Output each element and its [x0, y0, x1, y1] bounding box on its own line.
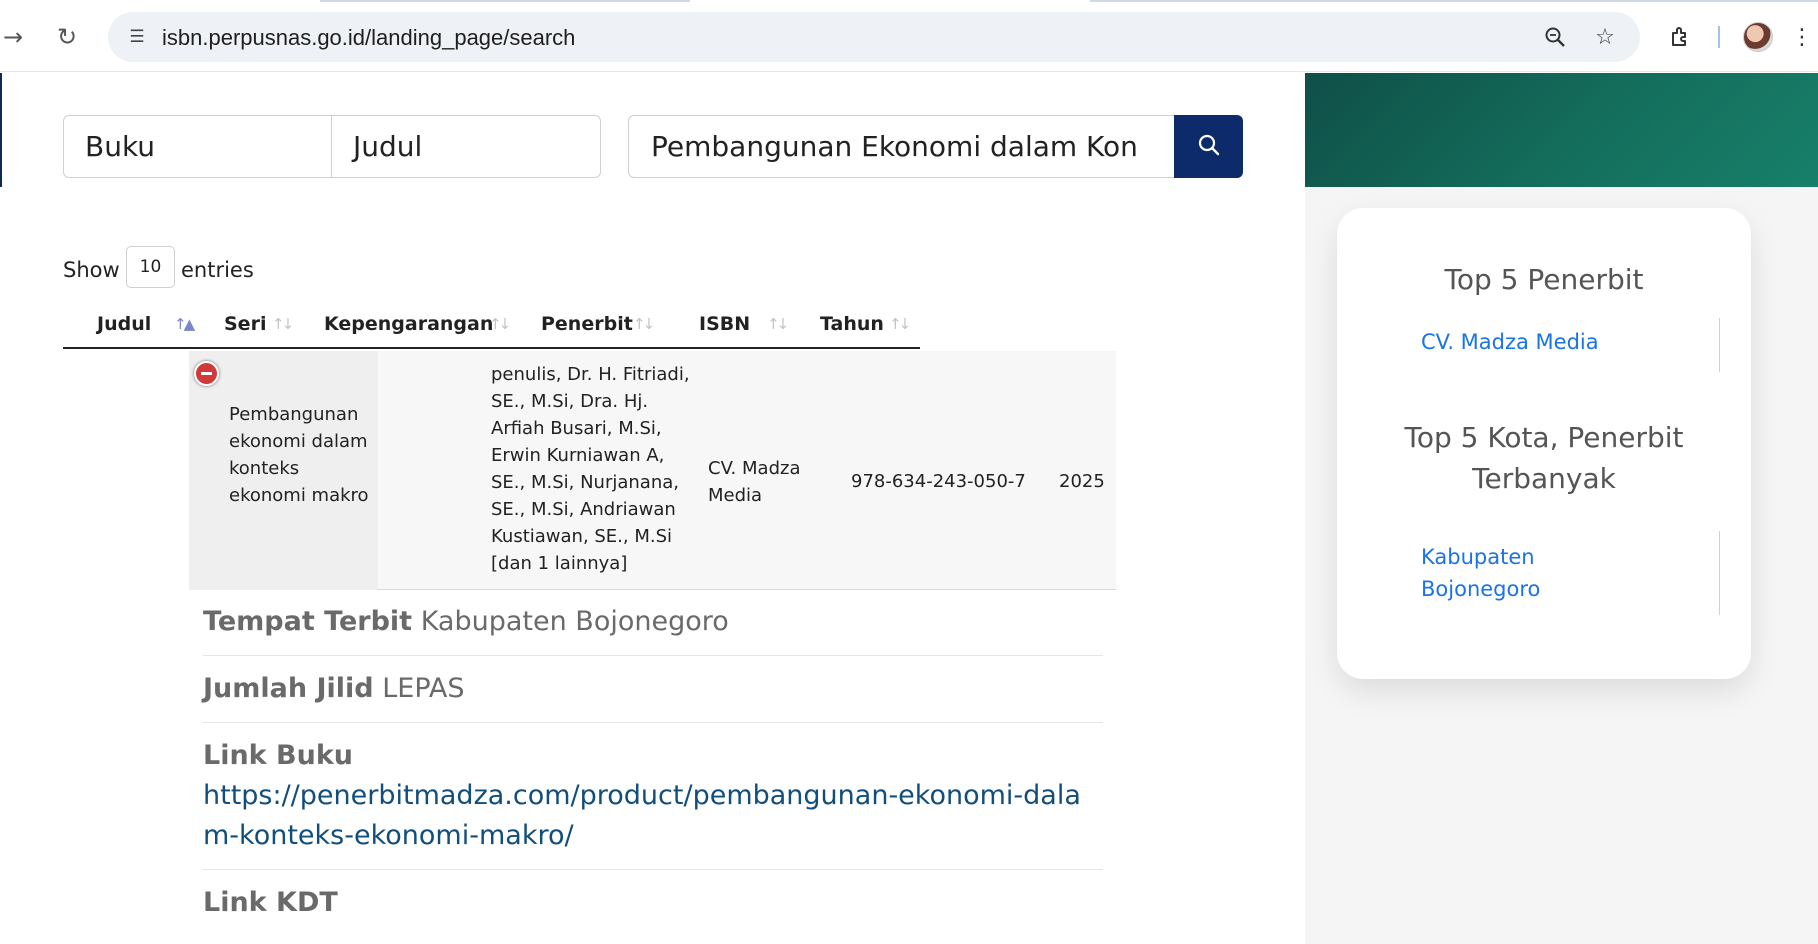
collapse-row-icon[interactable]: [194, 361, 219, 386]
column-header-kepengarangan[interactable]: Kepengarangan: [324, 301, 493, 347]
toolbar-divider: [1718, 26, 1720, 48]
judul-cell: Pembangunan ekonomi dalam konteks ekonom…: [189, 351, 378, 590]
top-penerbit-title: Top 5 Penerbit: [1444, 263, 1644, 296]
card-divider: [1719, 318, 1720, 372]
top-kota-title: Top 5 Kota, Penerbit Terbanyak: [1404, 421, 1684, 495]
menu-kebab-icon[interactable]: ⋮: [1791, 20, 1813, 54]
search-icon: [1197, 133, 1221, 161]
entries-select[interactable]: 10: [126, 246, 175, 288]
forward-icon[interactable]: →: [0, 18, 32, 56]
sort-icon[interactable]: ↑↓: [767, 301, 789, 347]
sort-icon[interactable]: ↑↓: [633, 301, 655, 347]
detail-tempat-terbit: Tempat Terbit LEPAS Kabupaten Bojonegoro: [203, 596, 1103, 656]
table-header: Judul ↑▲ Seri ↑↓ Kepengarangan ↑↓ Penerb…: [63, 301, 920, 349]
bookmark-star-icon[interactable]: ☆: [1590, 22, 1620, 52]
column-header-penerbit[interactable]: Penerbit: [541, 301, 633, 347]
detail-jumlah-jilid: Jumlah Jilid LEPAS: [203, 663, 1103, 723]
sort-icon[interactable]: ↑↓: [889, 301, 911, 347]
browser-toolbar: → ↻ ☰ isbn.perpusnas.go.id/landing_page/…: [0, 0, 1818, 72]
zoom-icon[interactable]: [1540, 22, 1570, 52]
search-input[interactable]: Pembangunan Ekonomi dalam Kon: [628, 115, 1175, 178]
detail-label: Link Buku: [203, 740, 354, 771]
cell-judul: Pembangunan ekonomi dalam konteks ekonom…: [229, 404, 369, 506]
tab-strip-edge: [1090, 0, 1818, 2]
cell-isbn: 978-634-243-050-7: [851, 471, 1026, 492]
sort-asc-icon[interactable]: ↑▲: [174, 301, 195, 347]
detail-link-buku: Link Buku https://penerbitmadza.com/prod…: [203, 730, 1103, 870]
reload-icon[interactable]: ↻: [48, 18, 86, 56]
detail-link-kdt: Link KDT: [203, 877, 1103, 937]
cell-tahun: 2025: [1059, 471, 1105, 492]
column-header-isbn[interactable]: ISBN: [699, 301, 750, 347]
cell-penerbit: CV. Madza Media: [708, 458, 801, 506]
detail-label: Tempat Terbit: [203, 606, 413, 637]
field-select[interactable]: Judul: [331, 115, 601, 178]
table-row[interactable]: Pembangunan ekonomi dalam konteks ekonom…: [189, 351, 1116, 590]
card-divider: [1719, 531, 1720, 615]
column-header-seri[interactable]: Seri: [224, 301, 266, 347]
url-text[interactable]: isbn.perpusnas.go.id/landing_page/search: [162, 25, 575, 51]
sort-icon[interactable]: ↑↓: [272, 301, 294, 347]
type-select[interactable]: Buku: [63, 115, 332, 178]
profile-avatar[interactable]: [1743, 22, 1773, 52]
column-header-judul[interactable]: Judul: [97, 301, 151, 347]
page-left-edge: [0, 73, 2, 187]
address-bar[interactable]: ☰ isbn.perpusnas.go.id/landing_page/sear…: [108, 12, 1640, 62]
stats-card: Top 5 Penerbit CV. Madza Media Top 5 Kot…: [1337, 208, 1751, 679]
site-settings-icon[interactable]: ☰: [122, 22, 152, 52]
tab-strip-edge: [320, 0, 690, 2]
page-content: Buku Judul Pembangunan Ekonomi dalam Kon…: [0, 73, 1818, 944]
hero-banner: [1305, 73, 1818, 187]
detail-value: LEPAS: [382, 673, 465, 704]
link-buku-url[interactable]: https://penerbitmadza.com/product/pemban…: [203, 776, 1103, 856]
entries-label: entries: [181, 258, 254, 282]
column-header-tahun[interactable]: Tahun: [820, 301, 884, 347]
detail-label: Link KDT: [203, 887, 338, 918]
show-label: Show: [63, 258, 120, 282]
extensions-icon[interactable]: [1664, 20, 1698, 54]
cell-kepengarangan: penulis, Dr. H. Fitriadi, SE., M.Si, Dra…: [491, 364, 690, 574]
detail-value: Kabupaten Bojonegoro: [420, 606, 729, 637]
sort-icon[interactable]: ↑↓: [489, 301, 511, 347]
top-penerbit-link[interactable]: CV. Madza Media: [1421, 326, 1701, 358]
detail-label: Jumlah Jilid: [203, 673, 374, 704]
right-sidebar: Top 5 Penerbit CV. Madza Media Top 5 Kot…: [1305, 73, 1818, 944]
top-kota-link[interactable]: Kabupaten Bojonegoro: [1421, 541, 1581, 605]
search-button[interactable]: [1174, 115, 1243, 178]
